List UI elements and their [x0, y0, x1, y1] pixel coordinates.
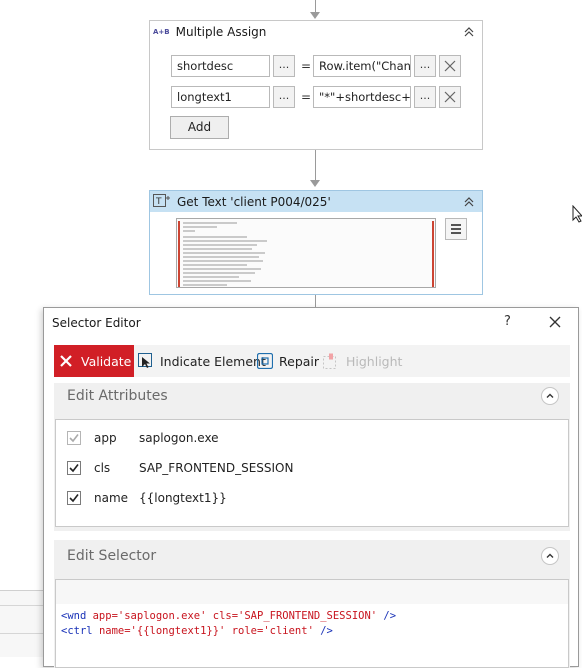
attributes-list: app saplogon.exe cls SAP_FRONTEND_SESSIO… — [55, 419, 569, 527]
indicate-element-label: Indicate Element — [160, 353, 266, 369]
add-assign-button[interactable]: Add — [170, 116, 229, 139]
screenshot-preview-image — [177, 219, 435, 287]
multiple-assign-title: Multiple Assign — [175, 25, 267, 39]
help-button[interactable]: ? — [504, 314, 511, 329]
close-icon[interactable] — [547, 314, 563, 330]
validate-button[interactable]: Validate — [54, 345, 134, 377]
assign-target-field-2[interactable]: longtext1 — [171, 86, 270, 108]
mouse-cursor-icon — [572, 205, 582, 223]
assign-equals-2: = — [301, 90, 312, 104]
collapse-icon[interactable] — [462, 25, 476, 39]
get-text-header[interactable]: T Get Text 'client P004/025' — [150, 191, 482, 212]
selector-text-editor[interactable]: <wnd app='saplogon.exe' cls='SAP_FRONTEN… — [55, 579, 569, 668]
attribute-checkbox-cls[interactable] — [67, 461, 81, 475]
checkmark-icon — [69, 494, 79, 503]
assign-value-field-1[interactable]: Row.item("Chan — [313, 55, 411, 77]
attribute-value-name[interactable]: {{longtext1}} — [139, 491, 227, 505]
remove-row-button-2[interactable] — [439, 86, 461, 108]
activity-options-button[interactable] — [445, 218, 467, 240]
get-text-activity[interactable]: T Get Text 'client P004/025' — [149, 190, 483, 295]
assign-target-browse-button-1[interactable]: ... — [273, 55, 295, 77]
connector-top-arrow — [310, 12, 320, 19]
indicate-cursor-icon — [138, 353, 152, 368]
indicate-element-button[interactable]: Indicate Element — [138, 345, 266, 377]
selector-line-2: <ctrl name='{{longtext1}}' role='client'… — [61, 625, 333, 637]
get-text-icon: T — [153, 193, 170, 207]
connector-middle-arrow — [310, 180, 320, 187]
attribute-checkbox-app[interactable] — [67, 431, 81, 445]
selector-line-1: <wnd app='saplogon.exe' cls='SAP_FRONTEN… — [61, 610, 397, 622]
hamburger-menu-icon — [451, 224, 461, 234]
assign-value-browse-button-2[interactable]: ... — [414, 86, 436, 108]
chevron-up-icon — [546, 393, 554, 398]
highlight-icon — [323, 353, 336, 369]
assign-target-field-1[interactable]: shortdesc — [171, 55, 270, 77]
attribute-name-cls: cls — [94, 461, 111, 475]
checkmark-icon — [69, 464, 79, 473]
connector-middle — [315, 150, 316, 180]
svg-text:T: T — [155, 197, 162, 207]
multiple-assign-header[interactable]: A+B Multiple Assign — [150, 21, 482, 43]
assign-target-browse-button-2[interactable]: ... — [273, 86, 295, 108]
edit-selector-collapse-button[interactable] — [541, 547, 559, 565]
dialog-title: Selector Editor — [52, 316, 141, 330]
element-screenshot-thumbnail — [176, 218, 436, 288]
highlight-button[interactable]: Highlight — [323, 345, 402, 377]
close-icon — [444, 91, 456, 103]
edit-selector-title: Edit Selector — [67, 548, 157, 564]
collapse-icon[interactable] — [462, 195, 476, 209]
assign-equals-1: = — [301, 59, 312, 73]
repair-button[interactable]: Repair — [257, 345, 319, 377]
repair-icon — [257, 353, 273, 369]
multiple-assign-activity[interactable]: A+B Multiple Assign shortdesc ... = Row.… — [149, 20, 483, 150]
highlight-label: Highlight — [346, 353, 403, 369]
chevron-up-icon — [546, 553, 554, 558]
attribute-checkbox-name[interactable] — [67, 491, 81, 505]
background-panel — [0, 590, 44, 657]
attribute-value-cls[interactable]: SAP_FRONTEND_SESSION — [139, 461, 293, 475]
selector-toolbar: Validate Indicate Element Repair Highlig… — [54, 345, 570, 377]
attribute-name-app: app — [94, 431, 117, 445]
selector-editor-dialog[interactable]: Selector Editor ? Validate Indicate Elem… — [43, 307, 579, 668]
validate-label: Validate — [81, 353, 132, 369]
get-text-title: Get Text 'client P004/025' — [177, 194, 331, 209]
connector-bottom — [315, 295, 316, 307]
close-icon — [444, 60, 456, 72]
checkmark-icon — [69, 434, 79, 443]
edit-attributes-collapse-button[interactable] — [541, 387, 559, 405]
remove-row-button-1[interactable] — [439, 55, 461, 77]
invalid-x-icon — [60, 355, 72, 367]
edit-attributes-title: Edit Attributes — [67, 388, 168, 404]
attribute-name-name: name — [94, 491, 129, 505]
assign-value-browse-button-1[interactable]: ... — [414, 55, 436, 77]
repair-label: Repair — [279, 353, 320, 369]
attribute-value-app[interactable]: saplogon.exe — [139, 431, 219, 445]
assign-activity-icon: A+B — [153, 28, 170, 36]
assign-value-field-2[interactable]: "*"+shortdesc+" — [313, 86, 411, 108]
